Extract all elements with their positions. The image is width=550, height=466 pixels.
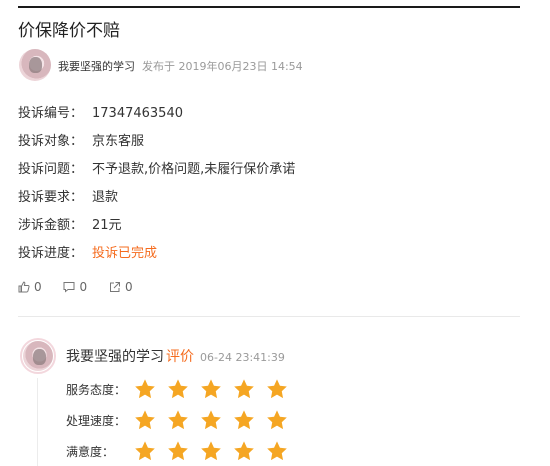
star-rating	[134, 440, 299, 462]
post-actions: 0 0 0	[18, 280, 151, 296]
field-label: 投诉进度：	[18, 246, 84, 261]
timeline-line	[37, 378, 38, 466]
star-icon	[135, 441, 155, 461]
field-amount: 涉诉金额： 21元	[18, 214, 122, 233]
field-label: 投诉要求：	[18, 190, 84, 205]
star-icon	[168, 441, 188, 461]
share-button[interactable]: 0	[109, 280, 133, 294]
rating-satisfaction: 满意度：	[66, 440, 299, 462]
star-icon	[234, 379, 254, 399]
review-tag: 评价	[166, 349, 194, 365]
star-icon	[201, 441, 221, 461]
page-title: 价保降价不赔	[18, 21, 120, 41]
comment-count: 0	[79, 280, 88, 294]
star-icon	[267, 379, 287, 399]
star-icon	[234, 441, 254, 461]
field-complaint-target: 投诉对象： 京东客服	[18, 130, 144, 149]
review-time: 06-24 23:41:39	[200, 351, 285, 364]
star-icon	[267, 410, 287, 430]
star-icon	[267, 441, 287, 461]
like-button[interactable]: 0	[18, 280, 42, 294]
field-value: 21元	[92, 218, 122, 233]
field-label: 投诉编号：	[18, 106, 84, 121]
top-rule	[18, 6, 520, 8]
rating-processing-speed: 处理速度：	[66, 409, 299, 431]
field-value: 17347463540	[92, 106, 183, 121]
rating-label: 处理速度：	[66, 413, 127, 428]
star-icon	[201, 410, 221, 430]
star-icon	[168, 379, 188, 399]
field-label: 投诉对象：	[18, 134, 84, 149]
share-count: 0	[124, 280, 133, 294]
review-header: 我要坚强的学习 评价 06-24 23:41:39	[66, 346, 285, 366]
star-rating	[134, 409, 299, 431]
published-time: 发布于 2019年06月23日 14:54	[142, 60, 303, 73]
section-divider	[18, 316, 520, 317]
reviewer-avatar-ring[interactable]	[20, 338, 56, 374]
reviewer-name[interactable]: 我要坚强的学习	[66, 349, 164, 365]
star-icon	[168, 410, 188, 430]
field-label: 投诉问题：	[18, 162, 84, 177]
field-value: 京东客服	[92, 134, 145, 149]
field-complaint-id: 投诉编号： 17347463540	[18, 102, 183, 121]
rating-label: 满意度：	[66, 444, 115, 459]
star-icon	[135, 410, 155, 430]
field-value: 不予退款,价格问题,未履行保价承诺	[92, 162, 296, 177]
comment-button[interactable]: 0	[63, 280, 87, 294]
field-complaint-issue: 投诉问题： 不予退款,价格问题,未履行保价承诺	[18, 158, 295, 177]
field-value: 退款	[92, 190, 119, 205]
field-complaint-request: 投诉要求： 退款	[18, 186, 118, 205]
like-count: 0	[34, 280, 42, 294]
comment-icon	[63, 282, 75, 293]
author-name[interactable]: 我要坚强的学习	[58, 58, 135, 74]
star-icon	[135, 379, 155, 399]
star-icon	[234, 410, 254, 430]
reviewer-avatar[interactable]	[23, 341, 53, 371]
field-label: 涉诉金额：	[18, 218, 84, 233]
rating-label: 服务态度：	[66, 382, 127, 397]
thumbs-up-icon	[18, 281, 30, 293]
status-badge: 投诉已完成	[92, 246, 158, 261]
author-avatar[interactable]	[19, 49, 51, 81]
star-icon	[201, 379, 221, 399]
field-progress: 投诉进度： 投诉已完成	[18, 242, 157, 261]
rating-service-attitude: 服务态度：	[66, 378, 299, 400]
share-icon	[109, 282, 120, 292]
star-rating	[134, 378, 299, 400]
